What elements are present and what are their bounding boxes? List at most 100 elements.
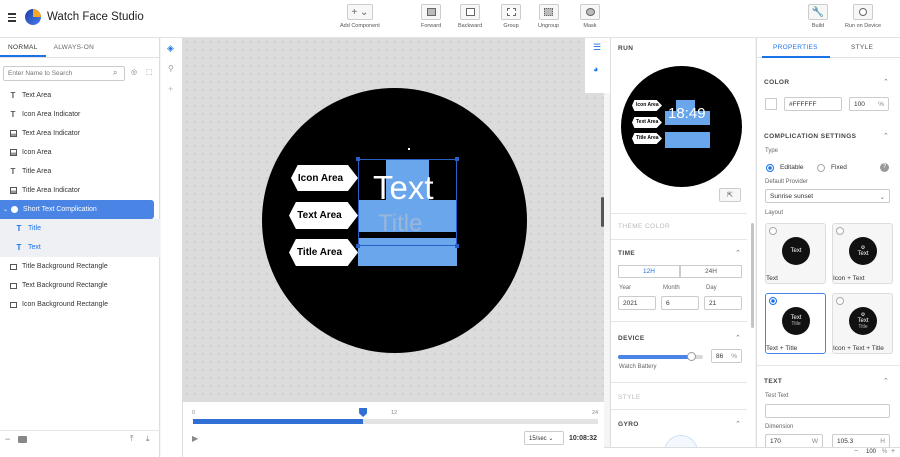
layer-item-selected[interactable]: ⌄ Short Text Complication	[0, 200, 154, 219]
timeline-playhead[interactable]	[359, 408, 368, 417]
zoom-level[interactable]: 100	[866, 449, 876, 455]
collapse-icon[interactable]: ⌃	[735, 249, 741, 257]
selection-handle[interactable]	[455, 244, 459, 248]
move-down-icon[interactable]: ⤓	[146, 434, 150, 444]
add-component-button[interactable]: + ⌄ Add Component	[340, 4, 380, 29]
layer-item[interactable]: T Text Area	[0, 86, 160, 105]
minus-icon[interactable]: −	[5, 434, 10, 444]
style-section[interactable]: STYLE	[618, 394, 641, 401]
layer-item[interactable]: Text Area Indicator	[0, 124, 160, 143]
layer-item[interactable]: Icon Area	[0, 143, 160, 162]
menu-icon[interactable]	[8, 13, 16, 22]
battery-input[interactable]: 86%	[711, 349, 742, 363]
layout-radio[interactable]	[769, 227, 777, 235]
test-text-input[interactable]	[765, 404, 890, 418]
tab-properties[interactable]: PROPERTIES	[773, 44, 818, 51]
width-value: 170	[770, 438, 781, 445]
run-scrollbar[interactable]	[751, 223, 754, 328]
layer-item[interactable]: Text Background Rectangle	[0, 276, 160, 295]
battery-slider-fill	[618, 355, 692, 359]
layer-item[interactable]: T Title	[0, 219, 160, 238]
month-input[interactable]: 6	[661, 296, 699, 310]
collapse-icon[interactable]: ⌃	[883, 78, 889, 86]
collapse-icon[interactable]: ⌃	[735, 420, 741, 428]
app-title: Watch Face Studio	[47, 11, 144, 23]
collapse-icon[interactable]: ⌃	[883, 132, 889, 140]
width-input[interactable]: 170 W	[765, 434, 823, 448]
forward-button[interactable]: Forward	[421, 4, 441, 29]
height-input[interactable]: 105.3 H	[832, 434, 890, 448]
design-canvas[interactable]: Icon Area Text Area Title Area Text Titl…	[183, 38, 604, 401]
group-button[interactable]: Group	[501, 4, 521, 29]
expand-icon[interactable]: ⌄	[3, 206, 8, 213]
layout-preview: ⚙ Text	[849, 237, 877, 265]
sliders-icon[interactable]: ☰	[593, 42, 601, 53]
battery-slider-thumb[interactable]	[687, 352, 697, 361]
mask-button[interactable]: Mask	[580, 4, 600, 29]
theme-color-section[interactable]: THEME COLOR	[618, 223, 670, 230]
layers-panel: NORMAL ALWAYS-ON ⌕ ◎ ⬚ T Text Area T Icon …	[0, 38, 160, 457]
complication-icon	[10, 206, 18, 214]
add-component-label: Add Component	[340, 23, 380, 29]
editable-radio[interactable]	[766, 164, 774, 172]
color-swatch[interactable]	[765, 98, 777, 110]
icon-area-indicator[interactable]: Icon Area	[291, 165, 358, 191]
divider	[611, 321, 747, 322]
tab-always-on[interactable]: ALWAYS-ON	[46, 38, 103, 57]
help-icon[interactable]: ?	[880, 163, 889, 172]
day-input[interactable]: 21	[704, 296, 742, 310]
hour-mode-12h[interactable]: 12H	[618, 265, 680, 278]
ungroup-button[interactable]: Ungroup	[538, 4, 559, 29]
search-icon[interactable]: ⌕	[113, 68, 117, 78]
canvas-scrollbar[interactable]	[601, 197, 604, 227]
selection-handle[interactable]	[408, 148, 410, 150]
backward-button[interactable]: Backward	[458, 4, 482, 29]
layer-item[interactable]: Title Background Rectangle	[0, 257, 160, 276]
layer-item[interactable]: T Title Area	[0, 162, 160, 181]
layer-item[interactable]: Icon Background Rectangle	[0, 295, 160, 314]
layout-preview: Text Title	[782, 307, 810, 335]
collapse-icon[interactable]: ⌃	[883, 377, 889, 385]
year-input[interactable]: 2021	[618, 296, 656, 310]
text-area-indicator[interactable]: Text Area	[289, 202, 358, 229]
zoom-out-icon[interactable]: −	[854, 448, 858, 455]
run-on-device-button[interactable]: Run on Device	[845, 4, 881, 29]
text-icon: T	[10, 91, 16, 100]
color-hex-input[interactable]: #FFFFFF	[784, 97, 842, 111]
move-up-icon[interactable]: ⤒	[130, 434, 134, 444]
palette-icon[interactable]: ◕	[593, 64, 598, 74]
layout-radio[interactable]	[836, 297, 844, 305]
layer-label: Text Area	[22, 92, 52, 99]
selection-handle[interactable]	[356, 157, 360, 161]
layout-radio[interactable]	[836, 227, 844, 235]
pin-tool-icon[interactable]: ⚲	[168, 64, 174, 73]
hour-mode-24h[interactable]: 24H	[680, 265, 742, 278]
title-area-indicator[interactable]: Title Area	[289, 239, 358, 266]
tab-style[interactable]: STYLE	[851, 44, 873, 51]
tab-normal[interactable]: NORMAL	[0, 38, 46, 57]
complication-text-preview: Text	[373, 169, 434, 206]
collapse-icon[interactable]: ⌃	[735, 334, 741, 342]
layer-item[interactable]: T Text	[0, 238, 160, 257]
play-icon[interactable]: ▶	[192, 434, 198, 443]
height-value: 105.3	[837, 438, 854, 445]
default-provider-select[interactable]: Sunrise sunset ⌄	[765, 189, 890, 203]
layer-item[interactable]: Title Area Indicator	[0, 181, 160, 200]
open-external-button[interactable]: ⇱	[719, 188, 741, 202]
layer-search-input[interactable]	[3, 66, 125, 81]
opacity-input[interactable]: 100%	[849, 97, 889, 111]
zoom-in-icon[interactable]: +	[891, 448, 895, 455]
visibility-icon[interactable]: ◎	[131, 68, 137, 76]
lock-icon[interactable]: ⬚	[146, 68, 153, 76]
text-icon: T	[10, 167, 16, 176]
layers-tool-icon[interactable]: ◈	[167, 43, 174, 54]
selection-handle[interactable]	[356, 244, 360, 248]
layer-item[interactable]: T Icon Area Indicator	[0, 105, 160, 124]
layout-radio[interactable]	[769, 297, 777, 305]
folder-icon[interactable]	[18, 436, 27, 443]
selection-handle[interactable]	[455, 157, 459, 161]
add-tool-icon[interactable]: +	[168, 84, 173, 94]
speed-select[interactable]: 15/sec ⌄	[524, 431, 564, 445]
build-button[interactable]: 🔧 Build	[808, 4, 828, 29]
fixed-radio[interactable]	[817, 164, 825, 172]
